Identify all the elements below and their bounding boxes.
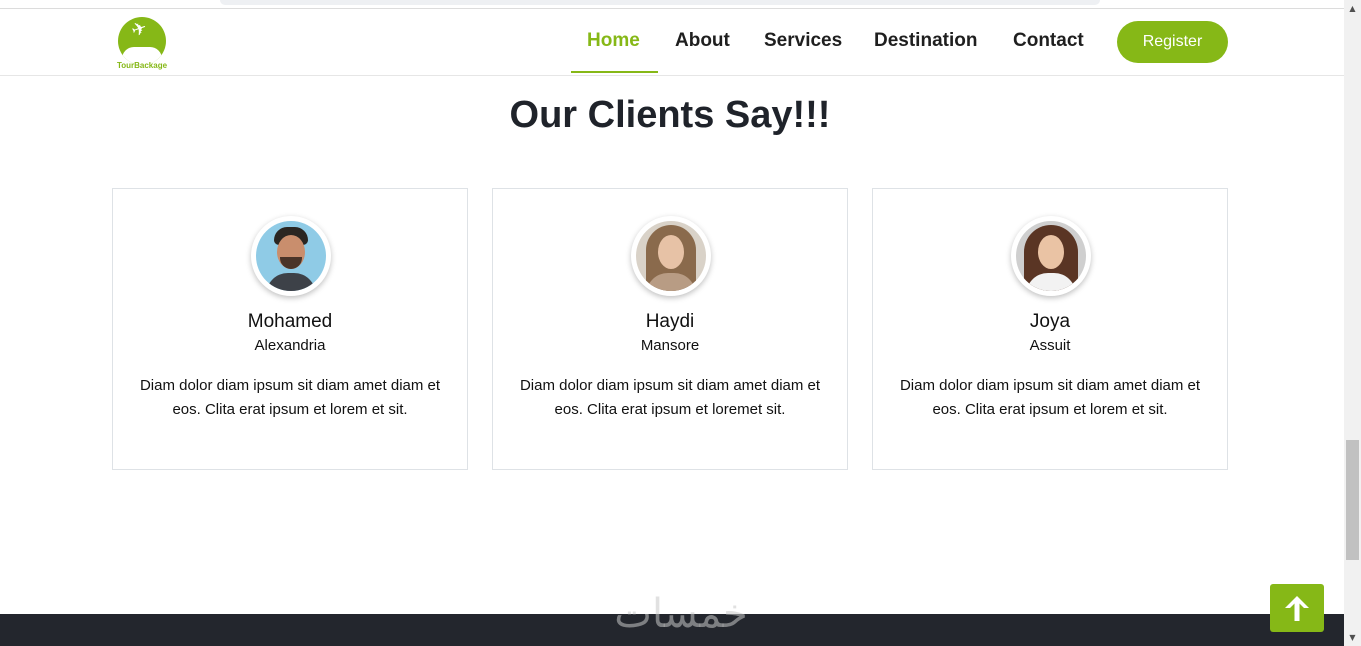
watermark: خمسات [614, 591, 748, 637]
client-city: Mansore [640, 337, 700, 354]
nav-item-contact[interactable]: Contact [1013, 30, 1084, 52]
avatar [631, 216, 711, 296]
testimonial-card: Joya Assuit Diam dolor diam ipsum sit di… [872, 188, 1228, 470]
nav-item-destination[interactable]: Destination [874, 30, 977, 52]
client-quote: Diam dolor diam ipsum sit diam amet diam… [519, 377, 821, 418]
client-name: Mohamed [247, 311, 333, 332]
airplane-icon: ✈ [128, 17, 151, 42]
nav-item-services[interactable]: Services [764, 30, 842, 52]
site-logo[interactable]: ✈ TourBackage [116, 17, 168, 73]
scroll-down-arrow-icon[interactable]: ▼ [1344, 629, 1361, 646]
nav-item-about[interactable]: About [675, 30, 730, 52]
register-button[interactable]: Register [1117, 21, 1228, 63]
avatar [251, 216, 331, 296]
navbar: ✈ TourBackage Home About Services Destin… [0, 10, 1344, 76]
client-quote: Diam dolor diam ipsum sit diam amet diam… [139, 377, 441, 418]
scroll-up-arrow-icon[interactable]: ▲ [1344, 0, 1361, 17]
client-quote: Diam dolor diam ipsum sit diam amet diam… [899, 377, 1201, 418]
client-city: Alexandria [254, 337, 326, 354]
scrollbar[interactable]: ▲ ▼ [1344, 0, 1361, 646]
nav-item-home[interactable]: Home [587, 30, 640, 52]
back-to-top-button[interactable] [1270, 584, 1324, 632]
client-name: Joya [1029, 311, 1071, 332]
active-nav-indicator [571, 71, 658, 73]
arrow-up-icon [1285, 596, 1309, 621]
client-photo [1016, 221, 1086, 291]
avatar [1011, 216, 1091, 296]
scroll-thumb[interactable] [1346, 440, 1359, 560]
client-photo [636, 221, 706, 291]
logo-badge: ✈ [118, 17, 166, 65]
logo-text: TourBackage [116, 61, 168, 70]
address-bar-edge [220, 0, 1100, 5]
client-city: Assuit [1029, 337, 1071, 354]
browser-top-strip [0, 0, 1344, 9]
section-title: Our Clients Say!!! [509, 94, 831, 136]
client-photo [256, 221, 326, 291]
testimonial-card: Haydi Mansore Diam dolor diam ipsum sit … [492, 188, 848, 470]
client-name: Haydi [645, 311, 695, 332]
testimonial-card: Mohamed Alexandria Diam dolor diam ipsum… [112, 188, 468, 470]
